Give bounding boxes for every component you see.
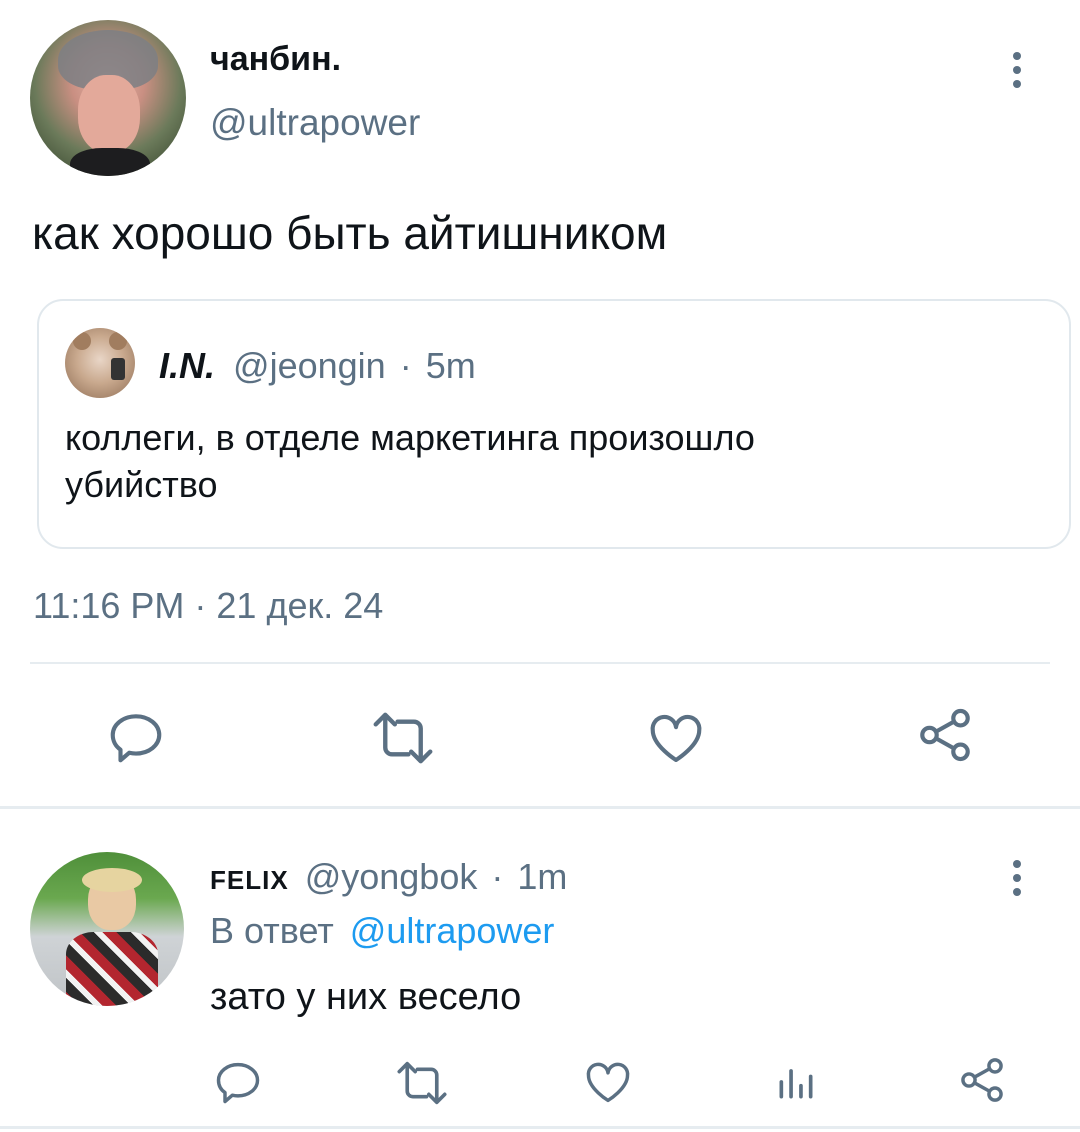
avatar[interactable] [30, 20, 186, 176]
analytics-icon[interactable] [774, 1060, 818, 1104]
quote-avatar [65, 328, 135, 398]
display-name[interactable]: чанбин. [210, 40, 341, 79]
quote-display-name[interactable]: I.N. [159, 345, 215, 386]
share-icon[interactable] [956, 1054, 1008, 1106]
tweet-text: как хорошо быть айтишником [32, 207, 668, 259]
reply-display-name[interactable]: FELIX [210, 865, 289, 895]
divider [30, 662, 1050, 664]
reply-mention-link[interactable]: @ultrapower [350, 910, 555, 951]
retweet-icon[interactable] [370, 708, 436, 768]
timestamp[interactable]: 11:16 PM · 21 дек. 24 [33, 585, 383, 627]
more-vertical-icon[interactable] [1013, 52, 1021, 94]
more-vertical-icon[interactable] [1013, 860, 1021, 902]
bottom-divider [0, 1126, 1080, 1129]
reply-avatar[interactable] [30, 852, 184, 1006]
retweet-icon[interactable] [394, 1058, 450, 1108]
like-icon[interactable] [645, 707, 707, 769]
quote-text-line2: убийство [65, 464, 218, 505]
reply-icon[interactable] [105, 706, 167, 768]
quote-handle[interactable]: @jeongin [233, 345, 386, 386]
handle[interactable]: @ultrapower [210, 102, 420, 144]
share-icon[interactable] [914, 704, 976, 766]
reply-time: 1m [517, 856, 568, 897]
reply-text: зато у них весело [210, 976, 522, 1018]
quote-time: 5m [425, 345, 476, 386]
separator: · [491, 856, 504, 897]
quote-card[interactable]: I.N. @jeongin · 5m коллеги, в отделе мар… [37, 299, 1071, 549]
reply-handle[interactable]: @yongbok [305, 856, 478, 897]
reply-icon[interactable] [212, 1056, 264, 1108]
like-icon[interactable] [582, 1056, 634, 1108]
reply-prefix: В ответ [210, 910, 334, 951]
separator: · [399, 345, 412, 386]
quote-text-line1: коллеги, в отделе маркетинга произошло [65, 417, 755, 458]
section-divider [0, 806, 1080, 809]
